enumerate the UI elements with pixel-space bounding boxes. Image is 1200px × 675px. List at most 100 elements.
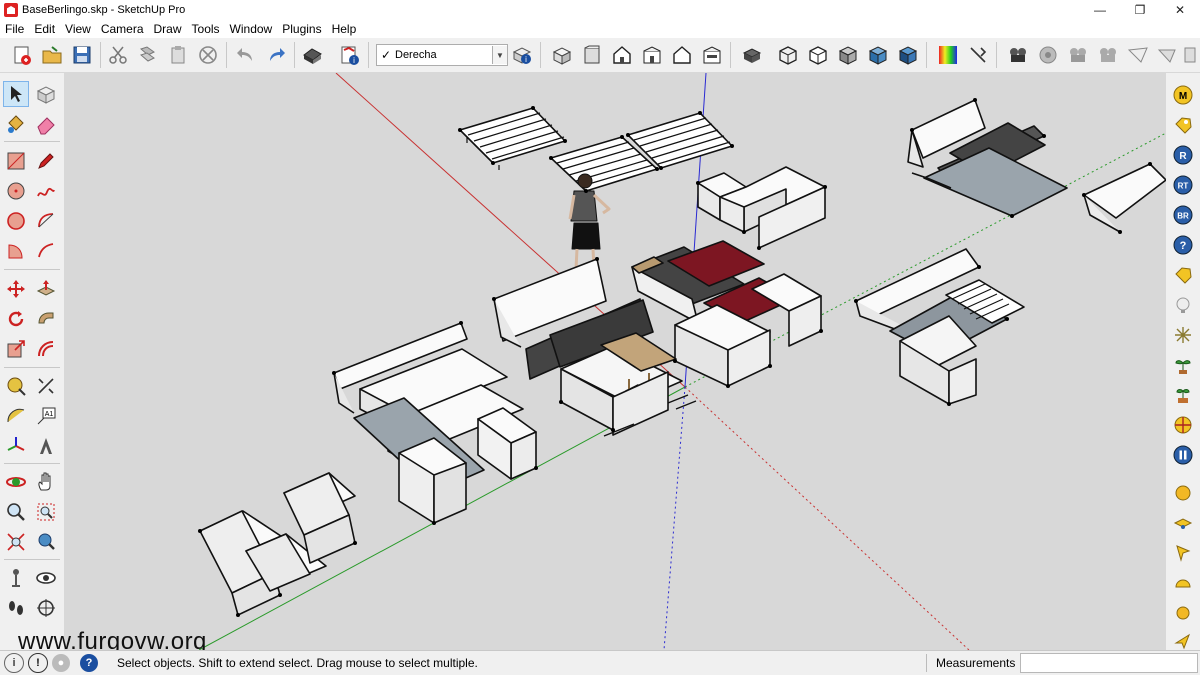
menu-camera[interactable]: Camera — [96, 22, 149, 36]
compass-target-icon[interactable] — [1171, 413, 1195, 437]
ball-icon[interactable] — [1171, 601, 1195, 625]
materials-icon[interactable] — [936, 43, 960, 67]
menu-window[interactable]: Window — [225, 22, 278, 36]
plant-icon[interactable] — [1171, 353, 1195, 377]
redo-icon[interactable] — [264, 43, 288, 67]
menu-edit[interactable]: Edit — [29, 22, 60, 36]
push-pull-icon[interactable] — [33, 276, 59, 302]
model-viewport[interactable] — [64, 73, 1166, 650]
storage-boxes-bottom-left[interactable] — [199, 472, 356, 616]
shaded-textures-icon[interactable] — [866, 43, 890, 67]
plugin-label-icon[interactable] — [1171, 263, 1195, 287]
credits-icon[interactable]: ! — [28, 653, 48, 673]
protractor-icon[interactable] — [3, 403, 29, 429]
line-pencil-icon[interactable] — [33, 148, 59, 174]
flag-pointer-icon[interactable] — [1171, 541, 1195, 565]
section-icon[interactable] — [33, 595, 59, 621]
zoom-window-icon[interactable] — [33, 499, 59, 525]
new-file-icon[interactable] — [10, 43, 34, 67]
plugin-br-icon[interactable]: BR — [1171, 203, 1195, 227]
scene-info-icon[interactable]: i — [510, 43, 534, 67]
rectangle-icon[interactable] — [3, 148, 29, 174]
axes-icon[interactable] — [3, 433, 29, 459]
eraser-icon[interactable] — [33, 111, 59, 137]
plugin-r-icon[interactable]: R — [1171, 143, 1195, 167]
menu-file[interactable]: File — [0, 22, 29, 36]
view-iso-icon[interactable] — [550, 43, 574, 67]
three-point-arc-icon[interactable] — [33, 238, 59, 264]
freehand-icon[interactable] — [33, 178, 59, 204]
maximize-button[interactable]: ❐ — [1120, 0, 1160, 20]
orbit-tool-icon[interactable] — [3, 469, 29, 495]
view-top-icon[interactable] — [580, 43, 604, 67]
dome-icon[interactable] — [1171, 571, 1195, 595]
scene-canvas[interactable] — [64, 73, 1166, 650]
move-icon[interactable] — [3, 276, 29, 302]
walk-icon[interactable] — [3, 595, 29, 621]
position-camera-icon[interactable] — [3, 565, 29, 591]
arc-icon[interactable] — [33, 208, 59, 234]
light-bulb-icon[interactable] — [1171, 293, 1195, 317]
tape-measure-icon[interactable] — [3, 373, 29, 399]
select-tool-icon[interactable] — [3, 81, 29, 107]
snap-plane-icon[interactable] — [1171, 511, 1195, 535]
3d-text-icon[interactable] — [33, 433, 59, 459]
chevron-down-icon[interactable]: ▼ — [492, 46, 507, 64]
print-icon[interactable] — [300, 43, 324, 67]
scale-icon[interactable] — [3, 336, 29, 362]
minimize-button[interactable]: — — [1080, 0, 1120, 20]
single-cabinet-right[interactable] — [1083, 163, 1166, 233]
paste-icon[interactable] — [166, 43, 190, 67]
layers-icon[interactable] — [1180, 43, 1200, 67]
look-around-icon[interactable] — [33, 565, 59, 591]
instructor-help-icon[interactable]: ? — [80, 654, 98, 672]
view-back-icon[interactable] — [670, 43, 694, 67]
sun-rays-icon[interactable] — [1171, 323, 1195, 347]
plugin-rt-icon[interactable]: RT — [1171, 173, 1195, 197]
polygon-icon[interactable] — [3, 208, 29, 234]
menu-draw[interactable]: Draw — [149, 22, 187, 36]
hidden-line-icon[interactable] — [806, 43, 830, 67]
open-folder-icon[interactable] — [40, 43, 64, 67]
model-info-icon[interactable]: i — [338, 43, 362, 67]
pan-hand-icon[interactable] — [33, 469, 59, 495]
paint-bucket-icon[interactable] — [3, 111, 29, 137]
measurements-input[interactable] — [1020, 653, 1198, 673]
camera-icon[interactable] — [1006, 43, 1030, 67]
pause-icon[interactable] — [1171, 443, 1195, 467]
xray-icon[interactable] — [740, 43, 764, 67]
zoom-extents-icon[interactable] — [3, 529, 29, 555]
undo-icon[interactable] — [234, 43, 258, 67]
make-component-icon[interactable] — [33, 81, 59, 107]
bed-slat-unit-right[interactable] — [855, 248, 1025, 405]
menu-view[interactable]: View — [60, 22, 96, 36]
user-account-icon[interactable]: ● — [52, 654, 70, 672]
close-button[interactable]: ✕ — [1160, 0, 1200, 20]
text-icon[interactable]: A1 — [33, 403, 59, 429]
cabinet-group-rear[interactable] — [697, 166, 826, 249]
sphere-icon[interactable] — [1171, 481, 1195, 505]
geo-location-icon[interactable]: i — [4, 653, 24, 673]
view-front-icon[interactable] — [610, 43, 634, 67]
rotate-icon[interactable] — [3, 306, 29, 332]
copy-icon[interactable] — [136, 43, 160, 67]
previous-view-icon[interactable] — [33, 529, 59, 555]
orbit-icon[interactable] — [1036, 43, 1060, 67]
save-icon[interactable] — [70, 43, 94, 67]
view-right-icon[interactable] — [640, 43, 664, 67]
plant-pot-icon[interactable] — [1171, 383, 1195, 407]
monochrome-icon[interactable] — [896, 43, 920, 67]
animation-icon[interactable] — [1096, 43, 1120, 67]
menu-help[interactable]: Help — [327, 22, 362, 36]
erase-icon[interactable] — [196, 43, 220, 67]
pie-icon[interactable] — [3, 238, 29, 264]
shaded-icon[interactable] — [836, 43, 860, 67]
folding-bed-unit[interactable] — [907, 99, 1068, 217]
shadow-icon[interactable] — [1126, 43, 1150, 67]
circle-icon[interactable] — [3, 178, 29, 204]
wireframe-icon[interactable] — [776, 43, 800, 67]
cut-icon[interactable] — [106, 43, 130, 67]
menu-tools[interactable]: Tools — [187, 22, 225, 36]
fog-icon[interactable] — [1156, 43, 1180, 67]
plugin-m-icon[interactable]: M — [1171, 83, 1195, 107]
